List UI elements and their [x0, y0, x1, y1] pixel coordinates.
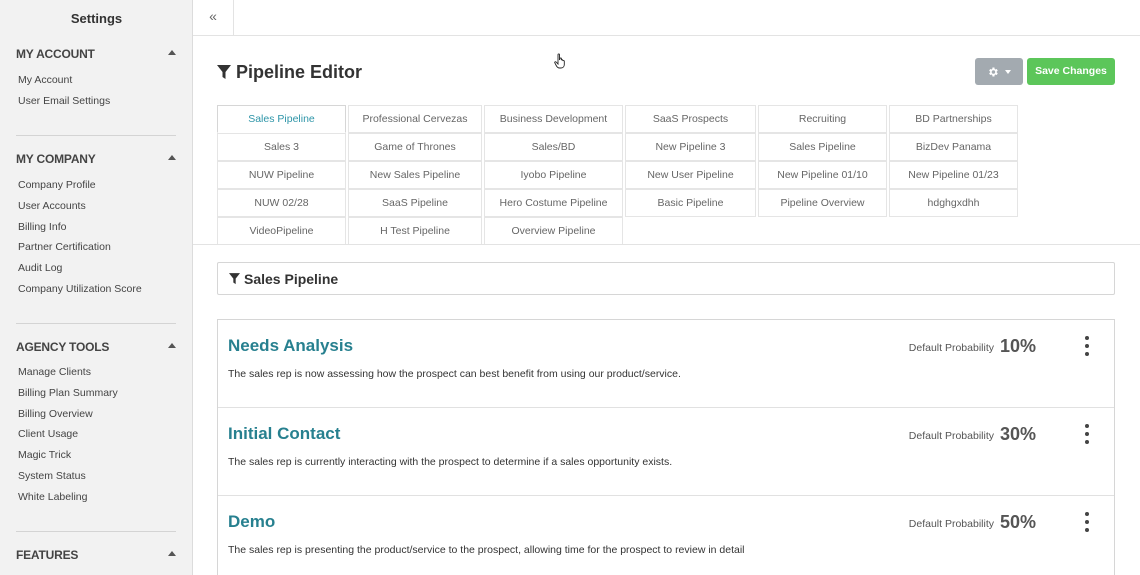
selected-pipeline-name: Sales Pipeline — [244, 270, 339, 287]
pipeline-tab[interactable]: Basic Pipeline — [625, 189, 756, 217]
divider — [16, 323, 176, 324]
pipeline-tabs: Sales Pipeline Professional Cervezas Busin… — [217, 105, 1018, 245]
pipeline-tab[interactable]: NUW 02/28 — [217, 189, 346, 217]
pipeline-tab[interactable]: VideoPipeline — [217, 217, 346, 245]
probability-value: 10% — [999, 336, 1036, 356]
sidebar-item-billing-overview[interactable]: Billing Overview — [18, 404, 188, 425]
pipeline-tab[interactable]: Recruiting — [758, 105, 887, 133]
probability-label: Default Probability — [908, 342, 994, 354]
pipeline-tab[interactable]: Sales Pipeline — [217, 105, 346, 133]
pipeline-tab[interactable]: New Pipeline 01/23 — [889, 161, 1018, 189]
pipeline-tab[interactable]: Sales 3 — [217, 133, 346, 161]
pipeline-tab[interactable]: BizDev Panama — [889, 133, 1018, 161]
section-my-account-toggle[interactable]: MY ACCOUNT — [16, 47, 176, 63]
gear-icon — [989, 67, 998, 76]
stage-description: The sales rep is now assessing how the p… — [228, 368, 681, 380]
divider — [16, 531, 176, 532]
page-title-text: Pipeline Editor — [236, 61, 363, 82]
pipeline-tab[interactable]: Sales/BD — [484, 133, 623, 161]
caret-down-icon — [1005, 69, 1011, 74]
stage-name[interactable]: Needs Analysis — [228, 336, 353, 356]
caret-up-icon — [168, 343, 176, 348]
pipeline-stages: Needs Analysis The sales rep is now asse… — [217, 319, 1115, 575]
sidebar-item-system-status[interactable]: System Status — [18, 466, 188, 487]
settings-sidebar: Settings MY ACCOUNT My Account User Emai… — [0, 0, 193, 575]
section-my-company-toggle[interactable]: MY COMPANY — [16, 152, 176, 168]
pipeline-tab[interactable]: Sales Pipeline — [758, 133, 887, 161]
sidebar-item-user-email-settings[interactable]: User Email Settings — [18, 91, 188, 112]
stage-name[interactable]: Initial Contact — [228, 424, 340, 444]
settings-dropdown-button[interactable] — [975, 58, 1023, 85]
sidebar-item-partner-certification[interactable]: Partner Certification — [18, 237, 188, 258]
divider — [16, 135, 176, 136]
section-features-toggle[interactable]: FEATURES — [16, 548, 176, 564]
pipeline-tab[interactable]: Pipeline Overview — [758, 189, 887, 217]
stage-description: The sales rep is presenting the product/… — [228, 544, 745, 556]
pipeline-tab[interactable]: Professional Cervezas — [348, 105, 482, 133]
filter-icon — [229, 272, 240, 284]
pipeline-tab[interactable]: SaaS Prospects — [625, 105, 756, 133]
stage-card: Needs Analysis The sales rep is now asse… — [218, 320, 1114, 408]
filter-icon — [217, 64, 231, 79]
tabs-divider — [193, 244, 1140, 245]
collapse-sidebar-button[interactable]: « — [193, 0, 234, 36]
pipeline-tab[interactable]: Overview Pipeline — [484, 217, 623, 245]
pipeline-tab[interactable]: NUW Pipeline — [217, 161, 346, 189]
selected-pipeline-header: Sales Pipeline — [217, 262, 1115, 295]
pipeline-tab[interactable]: New Pipeline 3 — [625, 133, 756, 161]
sidebar-item-magic-trick[interactable]: Magic Trick — [18, 445, 188, 466]
pipeline-tab[interactable]: New Pipeline 01/10 — [758, 161, 887, 189]
sidebar-item-my-account[interactable]: My Account — [18, 70, 188, 91]
more-options-icon[interactable] — [1084, 336, 1090, 356]
probability-value: 50% — [999, 512, 1036, 532]
top-bar: « — [193, 0, 1140, 36]
pipeline-tab[interactable]: New Sales Pipeline — [348, 161, 482, 189]
section-agency-tools-toggle[interactable]: AGENCY TOOLS — [16, 340, 176, 356]
sidebar-item-white-labeling[interactable]: White Labeling — [18, 487, 188, 508]
sidebar-item-company-utilization-score[interactable]: Company Utilization Score — [18, 279, 188, 300]
pipeline-tab[interactable]: hdghgxdhh — [889, 189, 1018, 217]
pipeline-tab[interactable]: H Test Pipeline — [348, 217, 482, 245]
sidebar-item-audit-log[interactable]: Audit Log — [18, 258, 188, 279]
pipeline-tab[interactable]: Hero Costume Pipeline — [484, 189, 623, 217]
more-options-icon[interactable] — [1084, 512, 1090, 532]
stage-description: The sales rep is currently interacting w… — [228, 456, 673, 468]
pipeline-tab[interactable]: SaaS Pipeline — [348, 189, 482, 217]
sidebar-item-manage-clients[interactable]: Manage Clients — [18, 362, 188, 383]
pipeline-tab[interactable]: Business Development — [484, 105, 623, 133]
caret-up-icon — [168, 551, 176, 556]
stage-name[interactable]: Demo — [228, 512, 275, 532]
stage-card: Initial Contact The sales rep is current… — [218, 408, 1114, 496]
section-heading: MY COMPANY — [16, 152, 96, 166]
page-title: Pipeline Editor — [217, 60, 362, 84]
probability-label: Default Probability — [908, 430, 994, 442]
sidebar-item-client-usage[interactable]: Client Usage — [18, 424, 188, 445]
pipeline-tab[interactable]: Iyobo Pipeline — [484, 161, 623, 189]
agency-tools-nav: Manage Clients Billing Plan Summary Bill… — [18, 362, 188, 508]
more-options-icon[interactable] — [1084, 424, 1090, 444]
pipeline-tab[interactable]: BD Partnerships — [889, 105, 1018, 133]
my-account-nav: My Account User Email Settings — [18, 70, 188, 112]
caret-up-icon — [168, 155, 176, 160]
section-heading: MY ACCOUNT — [16, 47, 95, 61]
sidebar-item-billing-plan-summary[interactable]: Billing Plan Summary — [18, 383, 188, 404]
hand-cursor-icon — [554, 53, 565, 69]
sidebar-item-company-profile[interactable]: Company Profile — [18, 175, 188, 196]
probability-value: 30% — [999, 424, 1036, 444]
sidebar-item-user-accounts[interactable]: User Accounts — [18, 196, 188, 217]
pipeline-tab[interactable]: Game of Thrones — [348, 133, 482, 161]
stage-card: Demo The sales rep is presenting the pro… — [218, 496, 1114, 575]
probability-label: Default Probability — [908, 518, 994, 530]
section-heading: AGENCY TOOLS — [16, 340, 110, 354]
pipeline-tab[interactable]: New User Pipeline — [625, 161, 756, 189]
sidebar-title: Settings — [70, 11, 123, 26]
save-changes-button[interactable]: Save Changes — [1027, 58, 1115, 85]
my-company-nav: Company Profile User Accounts Billing In… — [18, 175, 188, 300]
sidebar-item-billing-info[interactable]: Billing Info — [18, 217, 188, 238]
section-heading: FEATURES — [16, 548, 79, 562]
caret-up-icon — [168, 50, 176, 55]
